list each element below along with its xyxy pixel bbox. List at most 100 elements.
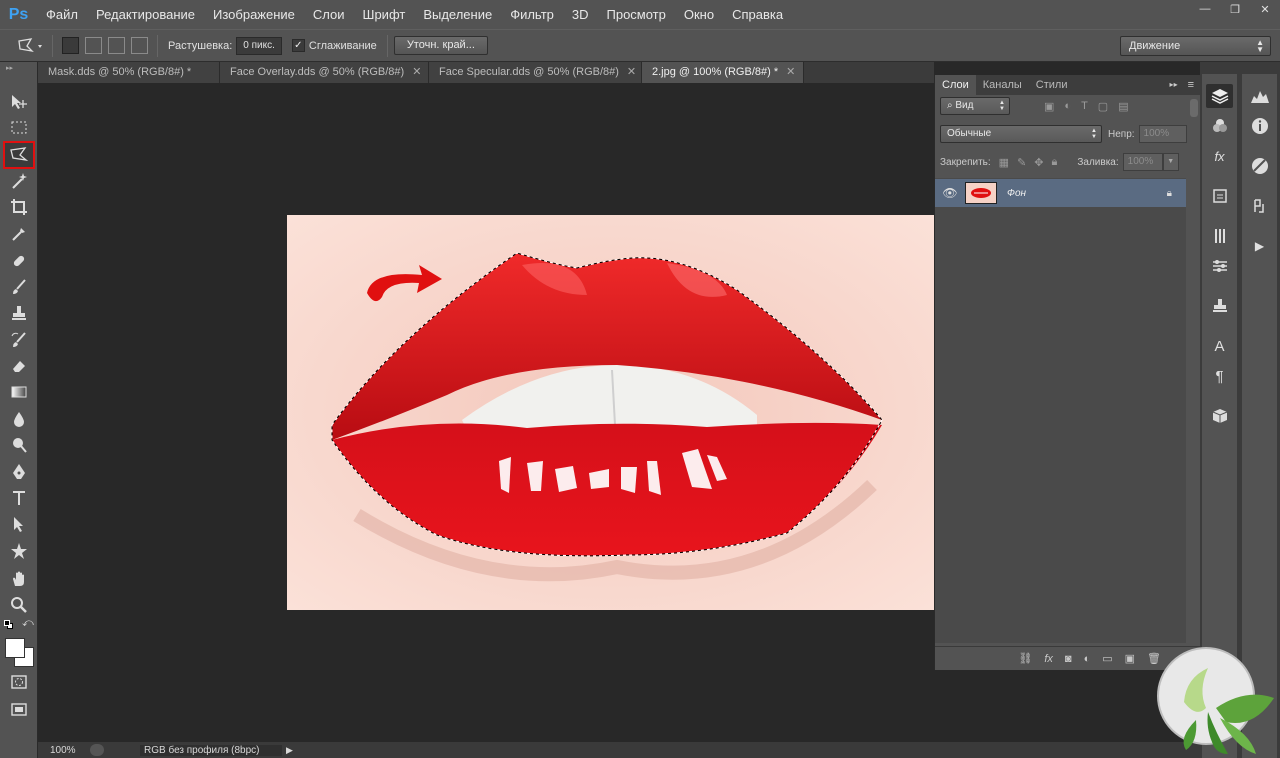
menu-3d[interactable]: 3D — [563, 0, 598, 29]
move-tool-icon[interactable] — [5, 90, 33, 114]
tool-presets-panel-icon[interactable] — [1206, 224, 1233, 248]
play-panel-icon[interactable]: ▶ — [1246, 234, 1273, 258]
tab-face-specular[interactable]: Face Specular.dds @ 50% (RGB/8#) ✕ — [429, 62, 642, 83]
layer-filter-select[interactable]: ⌕ Вид ▲ ▼ — [940, 97, 1010, 115]
tab-mask[interactable]: Mask.dds @ 50% (RGB/8#) * — [38, 62, 220, 83]
info-panel-icon[interactable] — [1246, 114, 1273, 138]
eyedropper-tool-icon[interactable] — [5, 222, 33, 246]
new-adjustment-layer-icon[interactable]: ◐ — [1084, 653, 1091, 665]
brush-tool-icon[interactable] — [5, 275, 33, 299]
menu-edit[interactable]: Редактирование — [87, 0, 204, 29]
history-brush-tool-icon[interactable] — [5, 328, 33, 352]
layers-panel-icon[interactable] — [1206, 84, 1233, 108]
zoom-level[interactable]: 100% — [38, 745, 90, 756]
history-panel-icon[interactable] — [1206, 184, 1233, 208]
character-panel-icon[interactable]: A — [1206, 334, 1233, 358]
zoom-tool-icon[interactable] — [5, 593, 33, 617]
menu-layers[interactable]: Слои — [304, 0, 354, 29]
filter-type-icon[interactable]: T — [1081, 100, 1088, 112]
tab-face-overlay[interactable]: Face Overlay.dds @ 50% (RGB/8#) ✕ — [220, 62, 429, 83]
status-arrow-icon[interactable]: ▶ — [286, 745, 293, 756]
menu-type[interactable]: Шрифт — [354, 0, 415, 29]
histogram-panel-icon[interactable] — [1246, 84, 1273, 108]
tab-styles[interactable]: Стили — [1029, 75, 1075, 95]
menu-view[interactable]: Просмотр — [598, 0, 675, 29]
menu-help[interactable]: Справка — [723, 0, 792, 29]
default-colors-icon[interactable] — [4, 620, 14, 630]
panel-menu-icon[interactable]: ≡ — [1182, 75, 1200, 95]
lock-transparent-icon[interactable]: ▦ — [999, 156, 1009, 169]
opacity-input[interactable]: 100% — [1138, 125, 1187, 143]
adjustments-panel-icon[interactable] — [1246, 154, 1273, 178]
visibility-eye-icon[interactable]: 👁︎ — [935, 186, 965, 200]
brush-settings-panel-icon[interactable] — [1206, 254, 1233, 278]
filter-adjustment-icon[interactable]: ◐ — [1064, 100, 1071, 112]
clone-source-panel-icon[interactable] — [1206, 294, 1233, 318]
polygonal-lasso-tool-icon[interactable] — [3, 141, 35, 169]
menu-image[interactable]: Изображение — [204, 0, 304, 29]
menu-filter[interactable]: Фильтр — [501, 0, 563, 29]
hand-tool-icon[interactable] — [5, 567, 33, 591]
3d-panel-icon[interactable] — [1206, 404, 1233, 428]
healing-brush-tool-icon[interactable] — [5, 249, 33, 273]
filter-shape-icon[interactable]: ▢ — [1098, 100, 1108, 113]
layer-name[interactable]: Фон — [1007, 188, 1026, 199]
lock-image-icon[interactable]: ✎ — [1017, 156, 1026, 169]
path-selection-tool-icon[interactable] — [5, 512, 33, 536]
layer-style-fx-icon[interactable]: fx — [1044, 653, 1053, 665]
menu-select[interactable]: Выделение — [414, 0, 501, 29]
panel-collapse-icon[interactable]: ▸▸ — [1166, 75, 1182, 95]
workspace-select[interactable]: Движение ▲ ▼ — [1120, 36, 1271, 56]
blend-mode-select[interactable]: Обычные ▲ ▼ — [940, 125, 1102, 143]
blur-tool-icon[interactable] — [5, 407, 33, 431]
paragraph-panel-icon[interactable]: ¶ — [1206, 364, 1233, 388]
clone-stamp-tool-icon[interactable] — [5, 301, 33, 325]
link-layers-icon[interactable]: ⛓︎ — [1018, 652, 1032, 665]
feather-input[interactable]: 0 пикс. — [236, 36, 282, 55]
close-button[interactable]: ✕ — [1250, 0, 1280, 18]
add-mask-icon[interactable]: ◙ — [1065, 653, 1072, 665]
new-layer-icon[interactable]: ▣ — [1125, 652, 1135, 665]
intersect-selection-button[interactable] — [131, 37, 148, 54]
marquee-tool-icon[interactable] — [5, 116, 33, 140]
filter-pixel-icon[interactable]: ▣ — [1044, 100, 1054, 113]
close-tab-icon[interactable]: ✕ — [412, 66, 421, 78]
pen-tool-icon[interactable] — [5, 460, 33, 484]
close-tab-icon[interactable]: ✕ — [786, 66, 795, 78]
antialias-checkbox[interactable]: ✓ — [291, 39, 305, 52]
filter-smart-object-icon[interactable]: ▤ — [1118, 100, 1128, 113]
screen-mode-icon[interactable] — [5, 697, 33, 721]
styles-fx-panel-icon[interactable]: fx — [1206, 144, 1233, 168]
menu-window[interactable]: Окно — [675, 0, 723, 29]
polygonal-lasso-preset-icon[interactable] — [16, 37, 46, 55]
fill-input[interactable]: 100% — [1122, 153, 1163, 171]
tab-channels[interactable]: Каналы — [976, 75, 1029, 95]
canvas-area[interactable] — [38, 83, 934, 742]
eraser-tool-icon[interactable] — [5, 354, 33, 378]
layers-scrollbar[interactable] — [1187, 96, 1201, 646]
lock-position-icon[interactable]: ✥ — [1034, 156, 1043, 169]
channels-panel-icon[interactable] — [1206, 114, 1233, 138]
refine-edge-button[interactable]: Уточн. край... — [393, 36, 488, 55]
panel-collapse-icon[interactable]: ▸▸ — [6, 64, 13, 72]
new-selection-button[interactable] — [62, 37, 79, 54]
minimize-button[interactable]: — — [1190, 0, 1220, 18]
document-image[interactable] — [287, 215, 934, 610]
actions-panel-icon[interactable] — [1246, 194, 1273, 218]
subtract-from-selection-button[interactable] — [108, 37, 125, 54]
status-menu-icon[interactable] — [90, 744, 104, 756]
menu-file[interactable]: Файл — [37, 0, 87, 29]
restore-button[interactable]: ❐ — [1220, 0, 1250, 18]
lock-all-icon[interactable]: 🔒︎ — [1052, 156, 1058, 169]
tab-2-jpg[interactable]: 2.jpg @ 100% (RGB/8#) * ✕ — [642, 62, 804, 83]
quick-mask-icon[interactable] — [5, 670, 33, 694]
gradient-tool-icon[interactable] — [5, 380, 33, 404]
tab-layers[interactable]: Слои — [935, 75, 976, 95]
crop-tool-icon[interactable] — [5, 195, 33, 219]
add-to-selection-button[interactable] — [85, 37, 102, 54]
layer-row-background[interactable]: 👁︎ Фон 🔒︎ — [935, 179, 1186, 207]
swap-colors-icon[interactable]: ⤺ — [22, 617, 34, 630]
close-tab-icon[interactable]: ✕ — [627, 66, 636, 78]
new-group-icon[interactable]: ▭ — [1102, 652, 1112, 665]
foreground-color-swatch[interactable] — [5, 638, 25, 658]
